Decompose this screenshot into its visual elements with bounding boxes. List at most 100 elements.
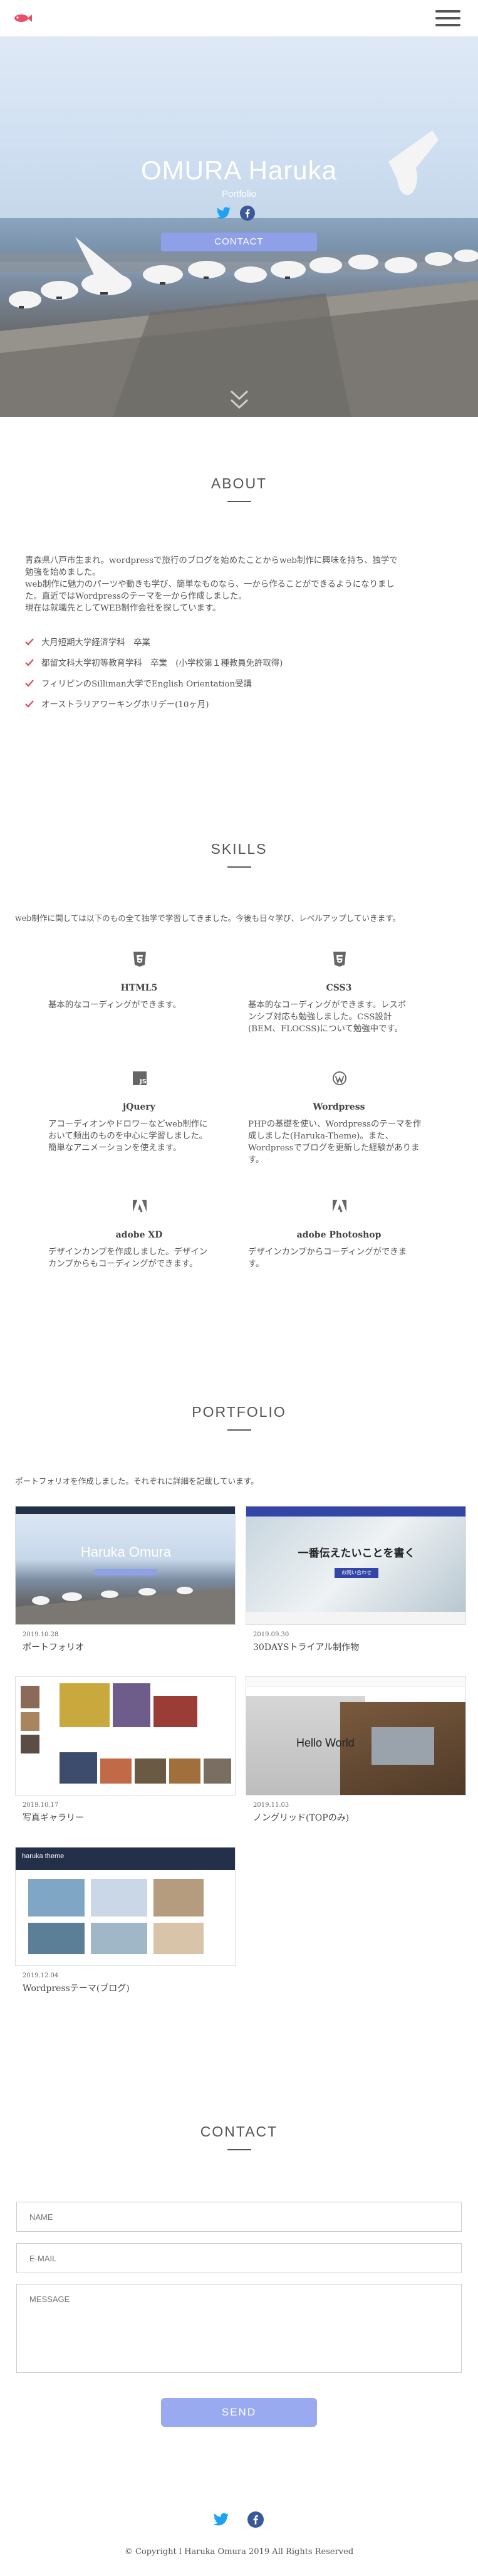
portfolio-thumbnail: haruka theme — [15, 1847, 236, 1966]
skill-desc: デザインカンプを作成しました。デザイン カンプからもコーディングができます。 — [48, 1246, 230, 1270]
about-checklist: 大月短期大学経済学科 卒業 都留文科大学初等教育学科 卒業 (小学校第１種教員免… — [25, 637, 401, 720]
portfolio-title: 写真ギャラリー — [23, 1813, 84, 1823]
skill-desc: 基本的なコーディングができます。 — [48, 999, 230, 1011]
about-intro: 青森県八戸市生まれ。wordpressで旅行のブログを始めたことからweb制作に… — [25, 555, 457, 614]
skill-desc-line: デザインカンプからコーディングができま — [248, 1248, 407, 1257]
skill-name: jQuery — [123, 1102, 155, 1112]
about-intro-line: 青森県八戸市生まれ。wordpressで旅行のブログを始めたことからweb制作に… — [25, 556, 398, 565]
skill-name: HTML5 — [120, 983, 158, 993]
thumbnail-title: haruka theme — [22, 1853, 65, 1860]
check-icon — [25, 659, 34, 666]
skill-desc-line: カンプからもコーディングができます。 — [48, 1259, 198, 1269]
send-button[interactable]: SEND — [161, 2398, 317, 2427]
name-field[interactable] — [16, 2202, 462, 2232]
about-intro-line: 現在は就職先としてWEB制作会社を探しています。 — [25, 604, 221, 613]
skill-desc-line: Wordpressでブログを更新した経験がありま — [248, 1143, 420, 1153]
hero-social-links — [216, 204, 266, 223]
portfolio-thumbnail: Haruka Omura — [15, 1506, 236, 1625]
list-item: 都留文科大学初等教育学科 卒業 (小学校第１種教員免許取得) — [25, 658, 401, 678]
skills-intro: web制作に関しては以下のもの全て独学で学習してきました。今後も日々学び、レベル… — [15, 913, 401, 923]
skill-name: adobe XD — [115, 1230, 163, 1240]
list-item: フィリピンのSilliman大学でEnglish Orientation受講 — [25, 678, 401, 699]
portfolio-date: 2019.09.30 — [253, 1631, 289, 1638]
portfolio-title: ポートフォリオ — [23, 1643, 84, 1653]
css3-icon — [333, 952, 346, 967]
skill-desc-line: ンシブ対応も勉強しました。CSS設計 — [248, 1012, 392, 1022]
skill-desc: PHPの基礎を使い、Wordpressのテーマを作 成しました(Haruka-T… — [248, 1118, 430, 1166]
hero-subtitle: Portfolio — [221, 189, 257, 199]
about-heading-rule — [227, 501, 251, 502]
hamburger-icon[interactable] — [435, 9, 460, 28]
message-field[interactable] — [16, 2284, 462, 2373]
about-intro-line: た。直近ではWordpressのテーマを一から作成しました。 — [25, 592, 247, 601]
skill-desc-line: PHPの基礎を使い、Wordpressのテーマを作 — [248, 1120, 422, 1129]
hero-section: OMURA Haruka Portfolio CONTACT — [0, 36, 478, 417]
skill-desc-line: 簡単なアニメーションを使えます。 — [48, 1143, 182, 1153]
checklist-text: 都留文科大学初等教育学科 卒業 (小学校第１種教員免許取得) — [41, 659, 283, 668]
html5-icon — [133, 952, 146, 967]
top-bar — [0, 0, 478, 36]
copyright-text: © Copyright l Haruka Omura 2019 All Righ… — [124, 2547, 354, 2557]
list-item: 大月短期大学経済学科 卒業 — [25, 637, 401, 658]
skill-desc-line: おいて頻出のものを中心に学習しました。 — [48, 1132, 208, 1141]
checklist-text: フィリピンのSilliman大学でEnglish Orientation受講 — [41, 680, 252, 689]
portfolio-intro: ポートフォリオを作成しました。それぞれに詳細を記載しています。 — [15, 1476, 259, 1486]
js-icon: JS — [133, 1071, 147, 1085]
skill-desc-line: 基本的なコーディングができます。 — [48, 1001, 181, 1010]
list-item: オーストラリアワーキングホリデー(10ヶ月) — [25, 699, 401, 720]
skill-desc: 基本的なコーディングができます。レスポ ンシブ対応も勉強しました。CSS設計 (… — [248, 999, 430, 1035]
checklist-text: 大月短期大学経済学科 卒業 — [41, 638, 151, 648]
skills-heading: SKILLS — [210, 841, 268, 857]
skill-desc-line: 成しました(Haruka-Theme)。また、 — [248, 1132, 393, 1141]
thumbnail-title: Hello World — [296, 1737, 355, 1749]
portfolio-title: Wordpressテーマ(ブログ) — [23, 1984, 130, 1994]
skill-name: Wordpress — [313, 1102, 365, 1112]
about-intro-line: 勉強を始めました。 — [25, 568, 101, 577]
footer-social-links — [213, 2510, 269, 2529]
skill-desc: デザインカンプからコーディングができま す。 — [248, 1246, 430, 1270]
wordpress-icon — [333, 1071, 346, 1085]
portfolio-thumbnail: Hello World — [246, 1676, 466, 1795]
hero-photo — [0, 130, 478, 417]
twitter-icon[interactable] — [216, 207, 231, 219]
facebook-icon[interactable] — [240, 206, 255, 221]
skill-desc-line: 基本的なコーディングができます。レスポ — [248, 1001, 407, 1010]
skill-name: CSS3 — [326, 983, 352, 993]
twitter-icon[interactable] — [213, 2513, 229, 2526]
portfolio-thumbnail — [15, 1676, 236, 1795]
adobe-icon — [133, 1199, 147, 1212]
double-chevron-down-icon[interactable] — [229, 387, 250, 413]
adobe-icon — [333, 1199, 346, 1212]
skill-desc: アコーディオンやドロワーなどweb制作に おいて頻出のものを中心に学習しました。… — [48, 1118, 230, 1154]
skill-desc-line: (BEM、FLOCSS)について勉強中です。 — [248, 1024, 403, 1034]
hero-title: OMURA Haruka — [140, 155, 338, 185]
thumbnail-title: Haruka Omura — [80, 1544, 172, 1560]
svg-text:JS: JS — [139, 1078, 147, 1085]
check-icon — [25, 700, 34, 708]
skill-name: adobe Photoshop — [296, 1230, 382, 1240]
email-field[interactable] — [16, 2243, 462, 2273]
portfolio-date: 2019.12.04 — [23, 1972, 59, 1979]
skill-desc-line: デザインカンプを作成しました。デザイン — [48, 1248, 208, 1257]
contact-heading: CONTACT — [200, 2123, 278, 2140]
portfolio-title: ノングリッド(TOPのみ) — [253, 1813, 350, 1823]
thumbnail-button: お問い合わせ — [335, 1568, 378, 1578]
facebook-icon[interactable] — [247, 2511, 264, 2528]
portfolio-date: 2019.10.28 — [23, 1631, 59, 1638]
contact-heading-rule — [227, 2149, 251, 2150]
about-intro-line: web制作に魅力のパーツや動きも学び、簡単なものなら、一から作ることができるよう… — [25, 580, 395, 589]
check-icon — [25, 638, 34, 646]
skill-desc-line: す。 — [248, 1155, 264, 1165]
fish-logo-icon[interactable] — [13, 13, 33, 23]
skills-heading-rule — [227, 866, 251, 868]
portfolio-date: 2019.10.17 — [23, 1802, 59, 1809]
portfolio-heading: PORTFOLIO — [192, 1404, 286, 1420]
thumbnail-title: 一番伝えたいことを書く — [298, 1547, 415, 1560]
portfolio-thumbnail: 一番伝えたいことを書く お問い合わせ — [246, 1506, 466, 1625]
checklist-text: オーストラリアワーキングホリデー(10ヶ月) — [41, 700, 209, 710]
hero-contact-button[interactable]: CONTACT — [161, 233, 317, 251]
skill-desc-line: アコーディオンやドロワーなどweb制作に — [48, 1120, 208, 1129]
portfolio-date: 2019.11.03 — [253, 1802, 289, 1809]
portfolio-heading-rule — [227, 1429, 251, 1431]
check-icon — [25, 680, 34, 687]
